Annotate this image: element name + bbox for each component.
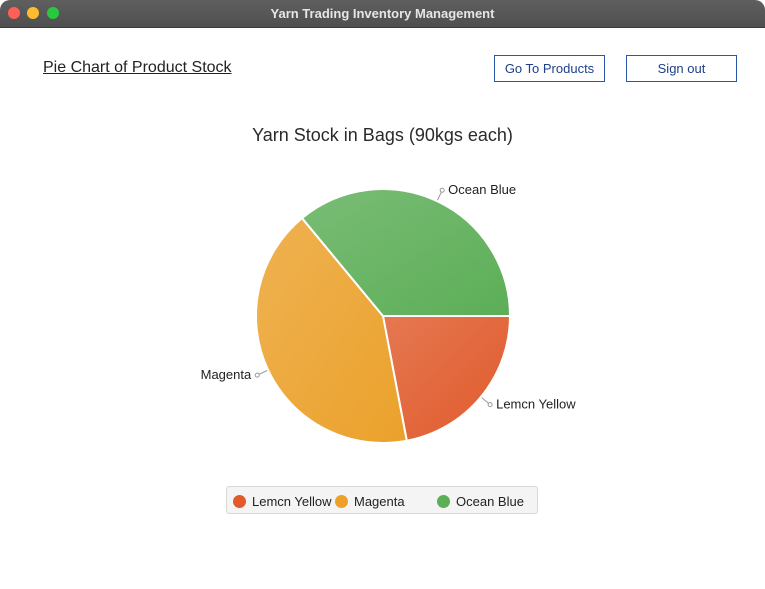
legend-swatch — [233, 494, 246, 508]
slice-label-dot — [487, 402, 493, 408]
legend-item-lemcn-yellow: Lemcn Yellow — [233, 487, 332, 515]
legend-item-ocean-blue: Ocean Blue — [437, 487, 524, 515]
slice-label-dot — [254, 372, 260, 378]
app-window: Yarn Trading Inventory Management Pie Ch… — [0, 0, 765, 589]
legend-swatch — [437, 494, 450, 508]
legend-label: Ocean Blue — [456, 493, 524, 509]
slice-label: Magenta — [201, 367, 252, 382]
legend-swatch — [335, 494, 348, 508]
legend-item-magenta: Magenta — [335, 487, 405, 515]
chart-legend: Lemcn Yellow Magenta Ocean Blue — [226, 486, 538, 514]
slice-label: Ocean Blue — [448, 182, 516, 197]
legend-label: Magenta — [354, 493, 405, 509]
slice-label-dot — [439, 187, 445, 193]
slice-label: Lemcn Yellow — [496, 397, 576, 412]
legend-label: Lemcn Yellow — [252, 493, 332, 509]
